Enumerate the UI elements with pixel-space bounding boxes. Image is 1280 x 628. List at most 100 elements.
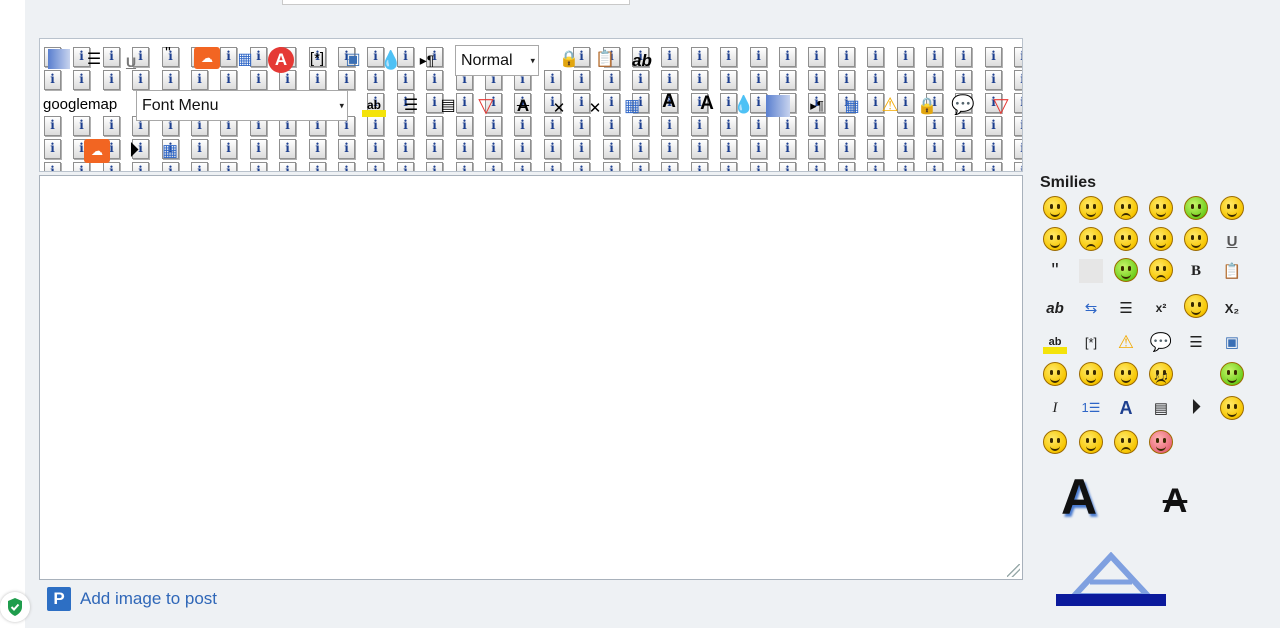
info-icon[interactable] bbox=[426, 116, 443, 136]
info-icon[interactable] bbox=[103, 162, 120, 171]
smiley-face-icon[interactable] bbox=[1114, 362, 1138, 386]
large-glow-text-icon[interactable] bbox=[1056, 552, 1166, 608]
smiley-face-icon[interactable] bbox=[1149, 227, 1173, 251]
info-icon[interactable] bbox=[955, 70, 972, 90]
underline-icon[interactable]: U bbox=[124, 53, 138, 71]
info-icon[interactable] bbox=[544, 162, 561, 171]
smiley-face-icon[interactable] bbox=[1079, 362, 1103, 386]
info-icon[interactable] bbox=[985, 139, 1002, 159]
align-center-icon[interactable]: ☰ bbox=[400, 95, 422, 115]
info-icon[interactable] bbox=[838, 70, 855, 90]
info-icon[interactable] bbox=[750, 116, 767, 136]
strikethrough-icon[interactable]: A bbox=[512, 95, 534, 117]
info-icon[interactable] bbox=[250, 139, 267, 159]
info-icon[interactable] bbox=[985, 70, 1002, 90]
smilie-speech-bubble-icon[interactable]: 💬 bbox=[1149, 330, 1173, 354]
info-icon[interactable] bbox=[632, 116, 649, 136]
info-icon[interactable] bbox=[838, 162, 855, 171]
info-icon[interactable] bbox=[691, 47, 708, 67]
info-icon[interactable] bbox=[867, 139, 884, 159]
info-icon[interactable] bbox=[220, 70, 237, 90]
font-color-icon[interactable]: A bbox=[268, 47, 294, 73]
quote-icon[interactable]: " bbox=[160, 45, 176, 63]
info-icon[interactable] bbox=[338, 139, 355, 159]
smiley-face-icon[interactable] bbox=[1184, 227, 1208, 251]
highlight-ab-icon[interactable]: ab bbox=[362, 93, 386, 117]
info-icon[interactable] bbox=[220, 162, 237, 171]
lock-icon-2[interactable]: 🔒 bbox=[916, 95, 938, 117]
info-icon[interactable] bbox=[573, 162, 590, 171]
smiley-face-icon[interactable] bbox=[1184, 196, 1208, 220]
insert-media-icon[interactable]: ▦ bbox=[840, 95, 864, 117]
info-icon[interactable] bbox=[1014, 139, 1022, 159]
info-icon[interactable] bbox=[456, 162, 473, 171]
info-icon[interactable] bbox=[367, 70, 384, 90]
info-icon[interactable] bbox=[103, 70, 120, 90]
rtl-paragraph-icon[interactable]: ▸¶ bbox=[806, 97, 828, 115]
info-icon[interactable] bbox=[309, 139, 326, 159]
smilie-text-shadow-icon[interactable]: A bbox=[1114, 396, 1138, 420]
info-icon[interactable] bbox=[397, 162, 414, 171]
smiley-face-icon[interactable] bbox=[1149, 430, 1173, 454]
info-icon[interactable] bbox=[220, 139, 237, 159]
format-select[interactable]: Normal ▾ bbox=[455, 45, 539, 76]
info-icon[interactable] bbox=[191, 139, 208, 159]
smiley-face-icon[interactable] bbox=[1184, 294, 1208, 318]
spellcheck-ab-icon[interactable]: ab bbox=[629, 51, 655, 71]
smilie-play-icon[interactable]: ⏵ bbox=[1184, 396, 1208, 420]
info-icon[interactable] bbox=[367, 116, 384, 136]
smiley-face-icon[interactable] bbox=[1149, 196, 1173, 220]
info-icon[interactable] bbox=[691, 162, 708, 171]
info-icon[interactable] bbox=[661, 70, 678, 90]
info-icon[interactable] bbox=[720, 139, 737, 159]
info-icon[interactable] bbox=[103, 116, 120, 136]
info-icon[interactable] bbox=[897, 162, 914, 171]
info-icon[interactable] bbox=[779, 162, 796, 171]
googlemap-label[interactable]: googlemap bbox=[43, 93, 125, 115]
info-icon[interactable] bbox=[661, 47, 678, 67]
info-icon[interactable] bbox=[1014, 70, 1022, 90]
info-icon[interactable] bbox=[1014, 116, 1022, 136]
info-icon[interactable] bbox=[1014, 162, 1022, 171]
info-icon[interactable] bbox=[250, 162, 267, 171]
info-icon[interactable] bbox=[750, 139, 767, 159]
info-icon[interactable] bbox=[73, 116, 90, 136]
insert-table-icon[interactable]: ▦ bbox=[234, 49, 256, 69]
info-icon[interactable] bbox=[162, 162, 179, 171]
smilie-quote-icon[interactable]: " bbox=[1043, 259, 1067, 283]
smilie-bracket-icon[interactable]: [*] bbox=[1079, 330, 1103, 354]
table-icon[interactable]: ▦ bbox=[158, 139, 182, 163]
info-icon[interactable] bbox=[426, 139, 443, 159]
info-icon[interactable] bbox=[985, 116, 1002, 136]
superscript-icon[interactable]: ✕ bbox=[548, 99, 570, 117]
info-icon[interactable] bbox=[132, 70, 149, 90]
info-icon[interactable] bbox=[661, 162, 678, 171]
smilie-align-center-icon[interactable]: ☰ bbox=[1184, 330, 1208, 354]
info-icon[interactable] bbox=[309, 70, 326, 90]
paste-icon[interactable]: 📋 bbox=[594, 49, 616, 69]
info-icon[interactable] bbox=[514, 162, 531, 171]
info-icon[interactable] bbox=[191, 70, 208, 90]
info-icon[interactable] bbox=[1014, 93, 1022, 113]
add-image-button[interactable]: P Add image to post bbox=[47, 587, 217, 611]
lock-icon[interactable]: 🔒 bbox=[558, 49, 580, 69]
info-icon[interactable] bbox=[485, 139, 502, 159]
info-icon[interactable] bbox=[808, 116, 825, 136]
info-icon[interactable] bbox=[926, 162, 943, 171]
info-icon[interactable] bbox=[897, 47, 914, 67]
info-icon[interactable] bbox=[867, 162, 884, 171]
info-icon[interactable] bbox=[691, 116, 708, 136]
info-icon[interactable] bbox=[720, 47, 737, 67]
paragraph-direction-icon[interactable]: ▸¶ bbox=[416, 51, 438, 69]
info-icon[interactable] bbox=[338, 70, 355, 90]
subscript-icon[interactable]: ✕ bbox=[584, 99, 606, 117]
warning-icon[interactable]: ⚠ bbox=[878, 93, 902, 117]
info-icon[interactable] bbox=[779, 139, 796, 159]
info-icon[interactable] bbox=[250, 70, 267, 90]
smiley-face-icon[interactable] bbox=[1079, 227, 1103, 251]
info-icon[interactable] bbox=[867, 116, 884, 136]
info-icon[interactable] bbox=[926, 139, 943, 159]
info-icon[interactable] bbox=[779, 47, 796, 67]
info-icon[interactable] bbox=[279, 70, 296, 90]
smilie-ab-icon[interactable]: ab bbox=[1043, 296, 1067, 320]
